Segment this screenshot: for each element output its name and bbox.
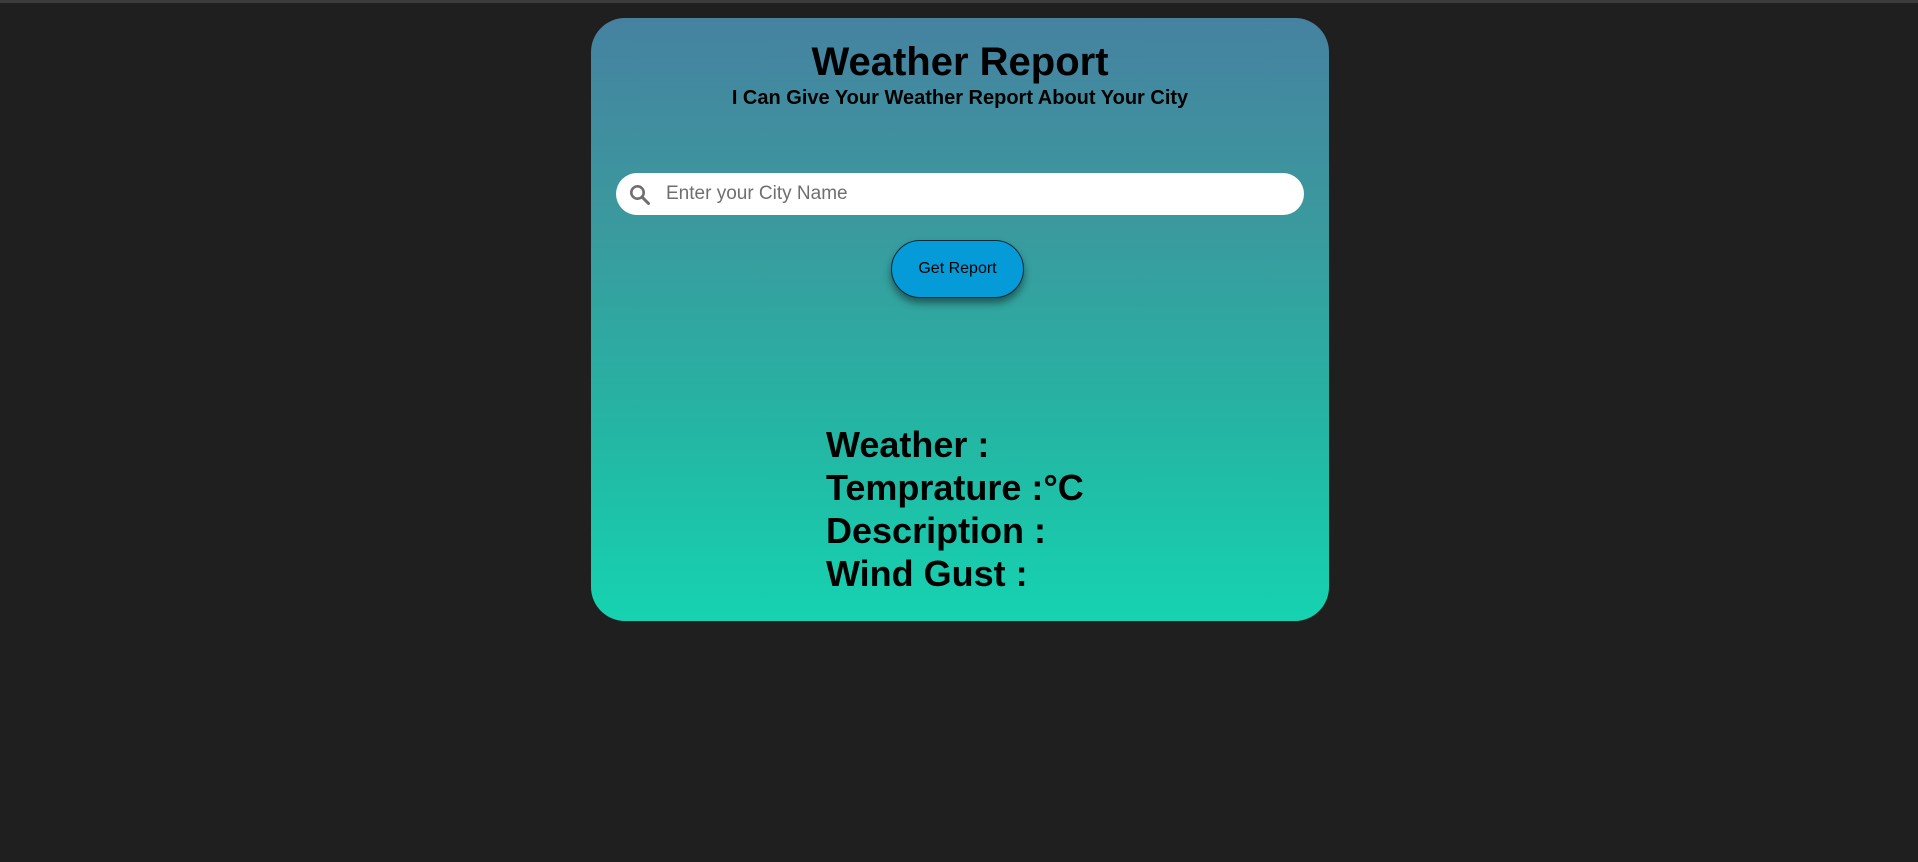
weather-label: Weather : bbox=[826, 424, 990, 465]
city-name-input[interactable] bbox=[666, 173, 1286, 215]
city-search-box[interactable] bbox=[616, 173, 1304, 215]
get-report-button[interactable]: Get Report bbox=[891, 240, 1024, 298]
window-top-border bbox=[0, 0, 1918, 3]
page-subtitle: I Can Give Your Weather Report About You… bbox=[731, 87, 1189, 109]
temperature-label: Temprature :°C bbox=[826, 467, 1084, 508]
weather-results: Weather : Temprature :°C Description : W… bbox=[826, 423, 1084, 595]
weather-card: Weather Report I Can Give Your Weather R… bbox=[591, 18, 1329, 621]
description-label: Description : bbox=[826, 510, 1047, 551]
search-icon bbox=[629, 184, 651, 206]
page-title: Weather Report bbox=[811, 40, 1109, 84]
wind-gust-label: Wind Gust : bbox=[826, 553, 1028, 594]
